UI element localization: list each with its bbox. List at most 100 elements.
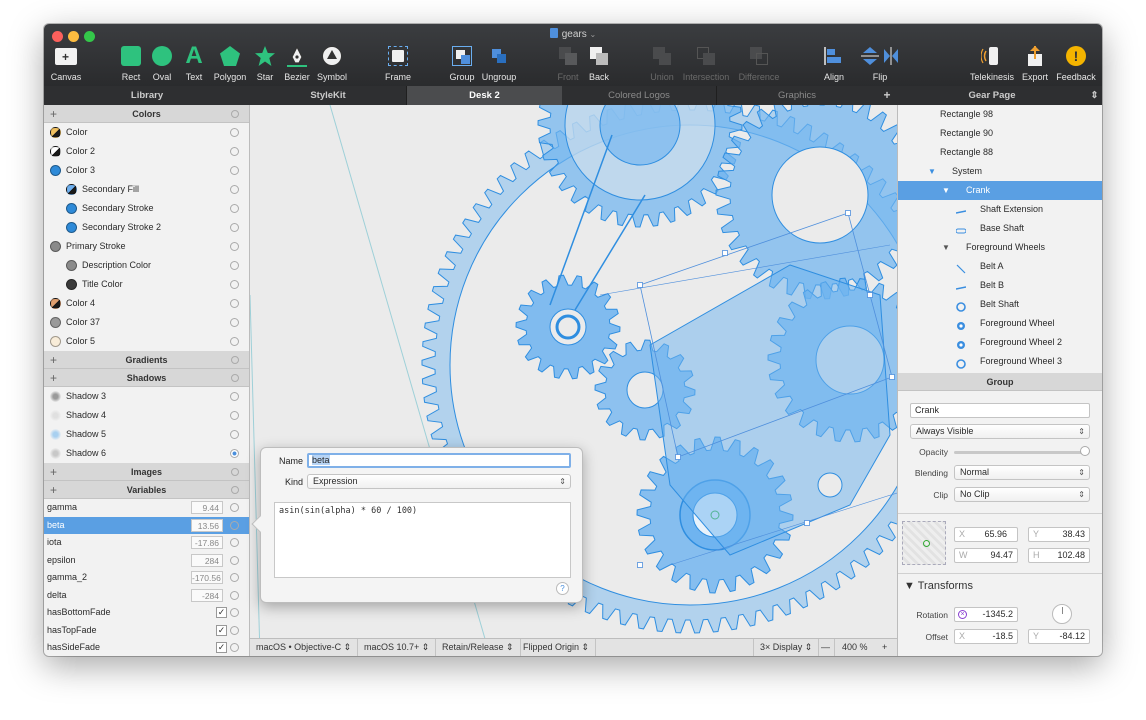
layer-item[interactable]: Belt A — [898, 257, 1102, 276]
tab-colored-logos[interactable]: Colored Logos — [562, 86, 717, 105]
color-radio[interactable] — [230, 299, 239, 308]
variable-row[interactable]: hasSideFade ✓ — [44, 639, 249, 656]
color-item[interactable]: Title Color — [44, 275, 249, 294]
color-item[interactable]: Color 4 — [44, 294, 249, 313]
variable-radio[interactable] — [230, 608, 239, 617]
color-radio[interactable] — [230, 185, 239, 194]
opacity-slider-track[interactable] — [954, 451, 1082, 454]
add-image-icon[interactable]: + — [50, 463, 57, 481]
add-color-icon[interactable]: + — [50, 105, 57, 123]
language-selector[interactable]: macOS • Objective-C ⇕ — [250, 639, 359, 656]
page-selector[interactable]: Gear Page — [897, 86, 1087, 105]
clip-dropdown[interactable]: No Clip ⇕ — [954, 487, 1090, 502]
variable-link-icon[interactable]: × — [958, 610, 967, 619]
color-radio[interactable] — [230, 318, 239, 327]
intersection-button[interactable]: Intersection — [678, 44, 734, 82]
disclosure-triangle-icon[interactable]: ▼ — [928, 162, 937, 176]
symbol-button[interactable]: Symbol — [304, 44, 360, 82]
variable-row[interactable]: gamma 9.44 — [44, 499, 249, 517]
color-item[interactable]: Color 2 — [44, 142, 249, 161]
section-radio[interactable] — [231, 110, 239, 118]
help-button[interactable]: ? — [556, 582, 569, 595]
color-radio[interactable] — [230, 223, 239, 232]
variable-checkbox[interactable]: ✓ — [216, 624, 227, 636]
variable-name-field[interactable]: beta — [307, 453, 571, 468]
gradients-section-header[interactable]: + Gradients — [44, 351, 249, 369]
layer-item[interactable]: Belt Shaft — [898, 295, 1102, 314]
variable-value-field[interactable]: 9.44 — [191, 501, 223, 514]
section-radio[interactable] — [231, 486, 239, 494]
color-radio[interactable] — [230, 128, 239, 137]
variable-value-field[interactable]: -284 — [191, 588, 223, 602]
variable-radio[interactable] — [230, 520, 239, 530]
expression-editor[interactable]: asin(sin(alpha) * 60 / 100) — [274, 502, 571, 578]
variable-row[interactable]: hasBottomFade ✓ — [44, 604, 249, 622]
variable-row[interactable]: beta 13.56 — [44, 516, 249, 534]
layer-item[interactable]: ▼ Crank — [898, 181, 1102, 200]
color-radio[interactable] — [230, 166, 239, 175]
layer-item[interactable]: Foreground Wheel 2 — [898, 333, 1102, 352]
add-shadow-icon[interactable]: + — [50, 369, 57, 387]
variable-row[interactable]: iota -17.86 — [44, 534, 249, 552]
shadow-item[interactable]: Shadow 5 — [44, 425, 249, 444]
variable-radio[interactable] — [230, 538, 239, 547]
color-item[interactable]: Secondary Stroke — [44, 199, 249, 218]
feedback-button[interactable]: ! Feedback — [1048, 44, 1102, 82]
add-variable-icon[interactable]: + — [50, 481, 57, 499]
layer-item[interactable]: Foreground Wheel 3 — [898, 352, 1102, 371]
variable-radio[interactable] — [230, 555, 239, 565]
color-radio[interactable] — [230, 147, 239, 156]
section-radio[interactable] — [231, 356, 239, 364]
shadow-radio[interactable] — [230, 392, 239, 401]
variable-radio[interactable] — [230, 503, 239, 512]
color-item[interactable]: Description Color — [44, 256, 249, 275]
tab-desk-2[interactable]: Desk 2 — [407, 86, 562, 105]
color-radio[interactable] — [230, 337, 239, 346]
shadows-section-header[interactable]: + Shadows — [44, 369, 249, 387]
page-selector-arrows[interactable]: ⇕ — [1087, 86, 1102, 105]
width-field[interactable]: W 94.47 — [954, 548, 1018, 563]
variables-section-header[interactable]: + Variables — [44, 481, 249, 499]
layer-item[interactable]: Shaft Extension — [898, 200, 1102, 219]
layer-item[interactable]: Belt B — [898, 276, 1102, 295]
layer-item[interactable]: Rectangle 88 — [898, 143, 1102, 162]
visibility-dropdown[interactable]: Always Visible ⇕ — [910, 424, 1090, 439]
variable-radio[interactable] — [230, 590, 239, 600]
add-tab-button[interactable]: + — [877, 86, 897, 105]
layer-item[interactable]: Rectangle 98 — [898, 105, 1102, 124]
rotation-field[interactable]: × -1345.2 — [954, 607, 1018, 622]
ungroup-button[interactable]: Ungroup — [471, 44, 527, 82]
color-item[interactable]: Secondary Fill — [44, 180, 249, 199]
layer-name-field[interactable]: Crank — [910, 403, 1090, 418]
section-radio[interactable] — [231, 468, 239, 476]
section-radio[interactable] — [231, 374, 239, 382]
tab-library[interactable]: Library — [44, 86, 250, 105]
origin-selector[interactable]: Flipped Origin ⇕ — [517, 639, 597, 656]
tab-graphics[interactable]: Graphics — [717, 86, 877, 105]
canvas-button[interactable]: + Canvas — [44, 44, 94, 82]
variable-row[interactable]: epsilon 284 — [44, 552, 249, 570]
flip-button[interactable]: Flip — [852, 44, 908, 82]
back-button[interactable]: Back — [571, 44, 627, 82]
zoom-out-button[interactable]: — — [817, 639, 835, 656]
layer-item[interactable]: Foreground Wheel — [898, 314, 1102, 333]
variable-checkbox[interactable]: ✓ — [216, 607, 227, 618]
disclosure-triangle-icon[interactable]: ▼ — [942, 181, 951, 195]
shadow-radio[interactable] — [230, 430, 239, 439]
y-field[interactable]: Y 38.43 — [1028, 527, 1090, 542]
color-item[interactable]: Primary Stroke — [44, 237, 249, 256]
height-field[interactable]: H 102.48 — [1028, 548, 1090, 563]
position-preview[interactable] — [902, 521, 946, 565]
shadow-item[interactable]: Shadow 6 — [44, 444, 249, 463]
x-field[interactable]: X 65.96 — [954, 527, 1018, 542]
color-item[interactable]: Color 37 — [44, 313, 249, 332]
frame-button[interactable]: Frame — [370, 44, 426, 82]
offset-x-field[interactable]: X -18.5 — [954, 629, 1018, 644]
disclosure-triangle-icon[interactable]: ▼ — [942, 238, 951, 252]
difference-button[interactable]: Difference — [731, 44, 787, 82]
color-item[interactable]: Color — [44, 123, 249, 142]
shadow-item[interactable]: Shadow 4 — [44, 406, 249, 425]
target-selector[interactable]: macOS 10.7+ ⇕ — [358, 639, 437, 656]
shadow-item[interactable]: Shadow 3 — [44, 387, 249, 406]
variable-value-field[interactable]: -17.86 — [191, 536, 223, 549]
